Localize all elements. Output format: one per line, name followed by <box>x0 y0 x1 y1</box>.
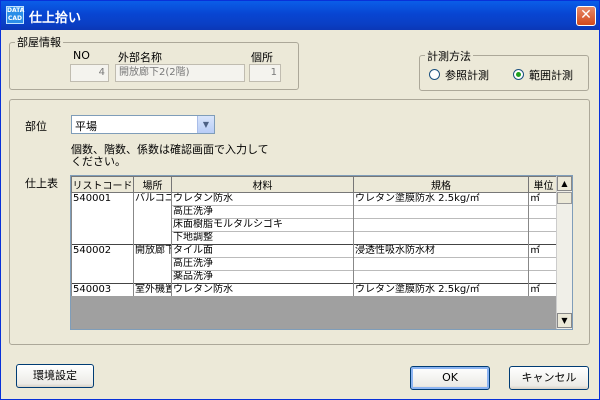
cell-place[interactable] <box>133 205 172 219</box>
count-field: 1 <box>249 64 281 82</box>
finish-grid: リストコード 場所 材料 規格 単位 540001バルコニーウレタン防水ウレタン… <box>71 176 559 296</box>
column-header-place[interactable]: 場所 <box>133 176 172 193</box>
cell-unit[interactable] <box>528 218 559 232</box>
close-button[interactable]: ✕ <box>576 6 596 26</box>
table-row[interactable]: 540001バルコニーウレタン防水ウレタン塗膜防水 2.5kg/㎡㎡ <box>71 192 559 206</box>
cell-spec[interactable] <box>353 231 529 245</box>
part-select-value: 平場 <box>75 120 97 133</box>
env-settings-button[interactable]: 環境設定 <box>16 364 94 388</box>
cell-spec[interactable] <box>353 270 529 284</box>
room-info-legend: 部屋情報 <box>15 34 63 50</box>
measure-method-legend: 計測方法 <box>425 48 473 64</box>
table-row[interactable]: 床面樹脂モルタルシゴキ <box>71 218 559 232</box>
name-label: 外部名称 <box>118 51 162 64</box>
cell-spec[interactable]: 浸透性吸水防水材 <box>353 244 529 258</box>
cell-spec[interactable]: ウレタン塗膜防水 2.5kg/㎡ <box>353 283 529 296</box>
cell-code[interactable] <box>71 205 134 219</box>
no-label: NO <box>73 49 90 62</box>
cell-code[interactable]: 540002 <box>71 244 134 258</box>
scroll-thumb[interactable] <box>557 192 572 204</box>
scroll-up-icon[interactable]: ▲ <box>557 176 572 191</box>
cell-code[interactable]: 540001 <box>71 192 134 206</box>
cell-place[interactable] <box>133 218 172 232</box>
ok-button[interactable]: OK <box>410 366 490 390</box>
cell-unit[interactable]: ㎡ <box>528 244 559 258</box>
table-row[interactable]: 540003室外機置場ウレタン防水ウレタン塗膜防水 2.5kg/㎡㎡ <box>71 283 559 296</box>
table-row[interactable]: 540002 開放廊下 タイル面 浸透性吸水防水材㎡ <box>71 244 559 258</box>
chevron-down-icon[interactable]: ▼ <box>197 116 214 133</box>
cell-place[interactable] <box>133 257 172 271</box>
cell-spec[interactable] <box>353 218 529 232</box>
reference-measure-label[interactable]: 参照計測 <box>445 67 489 83</box>
cell-material[interactable]: 薬品洗浄 <box>171 270 354 284</box>
cancel-button[interactable]: キャンセル <box>509 366 589 390</box>
title-bar[interactable]: DATA CAD 仕上拾い ✕ <box>1 1 599 30</box>
column-header-material[interactable]: 材料 <box>171 176 354 193</box>
cell-unit[interactable] <box>528 270 559 284</box>
cell-place[interactable]: バルコニー <box>133 192 172 206</box>
range-measure-label[interactable]: 範囲計測 <box>529 67 573 83</box>
finish-table-label: 仕上表 <box>25 177 58 190</box>
column-header-spec[interactable]: 規格 <box>353 176 529 193</box>
cell-unit[interactable] <box>528 257 559 271</box>
cell-code[interactable] <box>71 231 134 245</box>
cell-material[interactable]: 高圧洗浄 <box>171 257 354 271</box>
input-note: 個数、階数、係数は確認画面で入力してください。 <box>71 143 269 168</box>
cell-unit[interactable]: ㎡ <box>528 283 559 296</box>
name-field: 開放廊下2(2階) <box>115 64 245 82</box>
table-scrollbar[interactable]: ▲ ▼ <box>556 176 572 329</box>
cell-material[interactable]: タイル面 <box>171 244 354 258</box>
cell-material[interactable]: ウレタン防水 <box>171 192 354 206</box>
cell-material[interactable]: 高圧洗浄 <box>171 205 354 219</box>
table-row[interactable]: 薬品洗浄 <box>71 270 559 284</box>
cell-spec[interactable]: ウレタン塗膜防水 2.5kg/㎡ <box>353 192 529 206</box>
cell-spec[interactable] <box>353 205 529 219</box>
cell-unit[interactable] <box>528 205 559 219</box>
part-select[interactable]: 平場 ▼ <box>71 115 215 134</box>
cell-code[interactable] <box>71 218 134 232</box>
dialog-window: DATA CAD 仕上拾い ✕ 部屋情報 NO 4 外部名称 開放廊下2(2階) … <box>0 0 600 400</box>
reference-measure-radio[interactable] <box>429 69 440 80</box>
part-label: 部位 <box>25 120 47 133</box>
cell-material[interactable]: ウレタン防水 <box>171 283 354 296</box>
cell-place[interactable]: 室外機置場 <box>133 283 172 296</box>
count-label: 個所 <box>251 51 273 64</box>
range-measure-radio[interactable] <box>513 69 524 80</box>
cell-material[interactable]: 床面樹脂モルタルシゴキ <box>171 218 354 232</box>
cell-code[interactable] <box>71 257 134 271</box>
cell-material[interactable]: 下地調整 <box>171 231 354 245</box>
cell-place[interactable] <box>133 270 172 284</box>
finish-table[interactable]: リストコード 場所 材料 規格 単位 540001バルコニーウレタン防水ウレタン… <box>70 175 573 330</box>
cell-code[interactable]: 540003 <box>71 283 134 296</box>
cell-place[interactable] <box>133 231 172 245</box>
table-row[interactable]: 高圧洗浄 <box>71 205 559 219</box>
table-row[interactable]: 高圧洗浄 <box>71 257 559 271</box>
window-title: 仕上拾い <box>29 11 82 26</box>
close-icon: ✕ <box>580 7 592 23</box>
table-row[interactable]: 下地調整 <box>71 231 559 245</box>
column-header-unit[interactable]: 単位 <box>528 176 559 193</box>
app-icon: DATA CAD <box>6 6 25 24</box>
cell-code[interactable] <box>71 270 134 284</box>
column-header-code[interactable]: リストコード <box>71 176 134 193</box>
scroll-down-icon[interactable]: ▼ <box>557 313 572 328</box>
cell-unit[interactable]: ㎡ <box>528 192 559 206</box>
cell-unit[interactable] <box>528 231 559 245</box>
cell-spec[interactable] <box>353 257 529 271</box>
cell-place[interactable]: 開放廊下 <box>133 244 172 258</box>
no-field: 4 <box>70 64 109 82</box>
